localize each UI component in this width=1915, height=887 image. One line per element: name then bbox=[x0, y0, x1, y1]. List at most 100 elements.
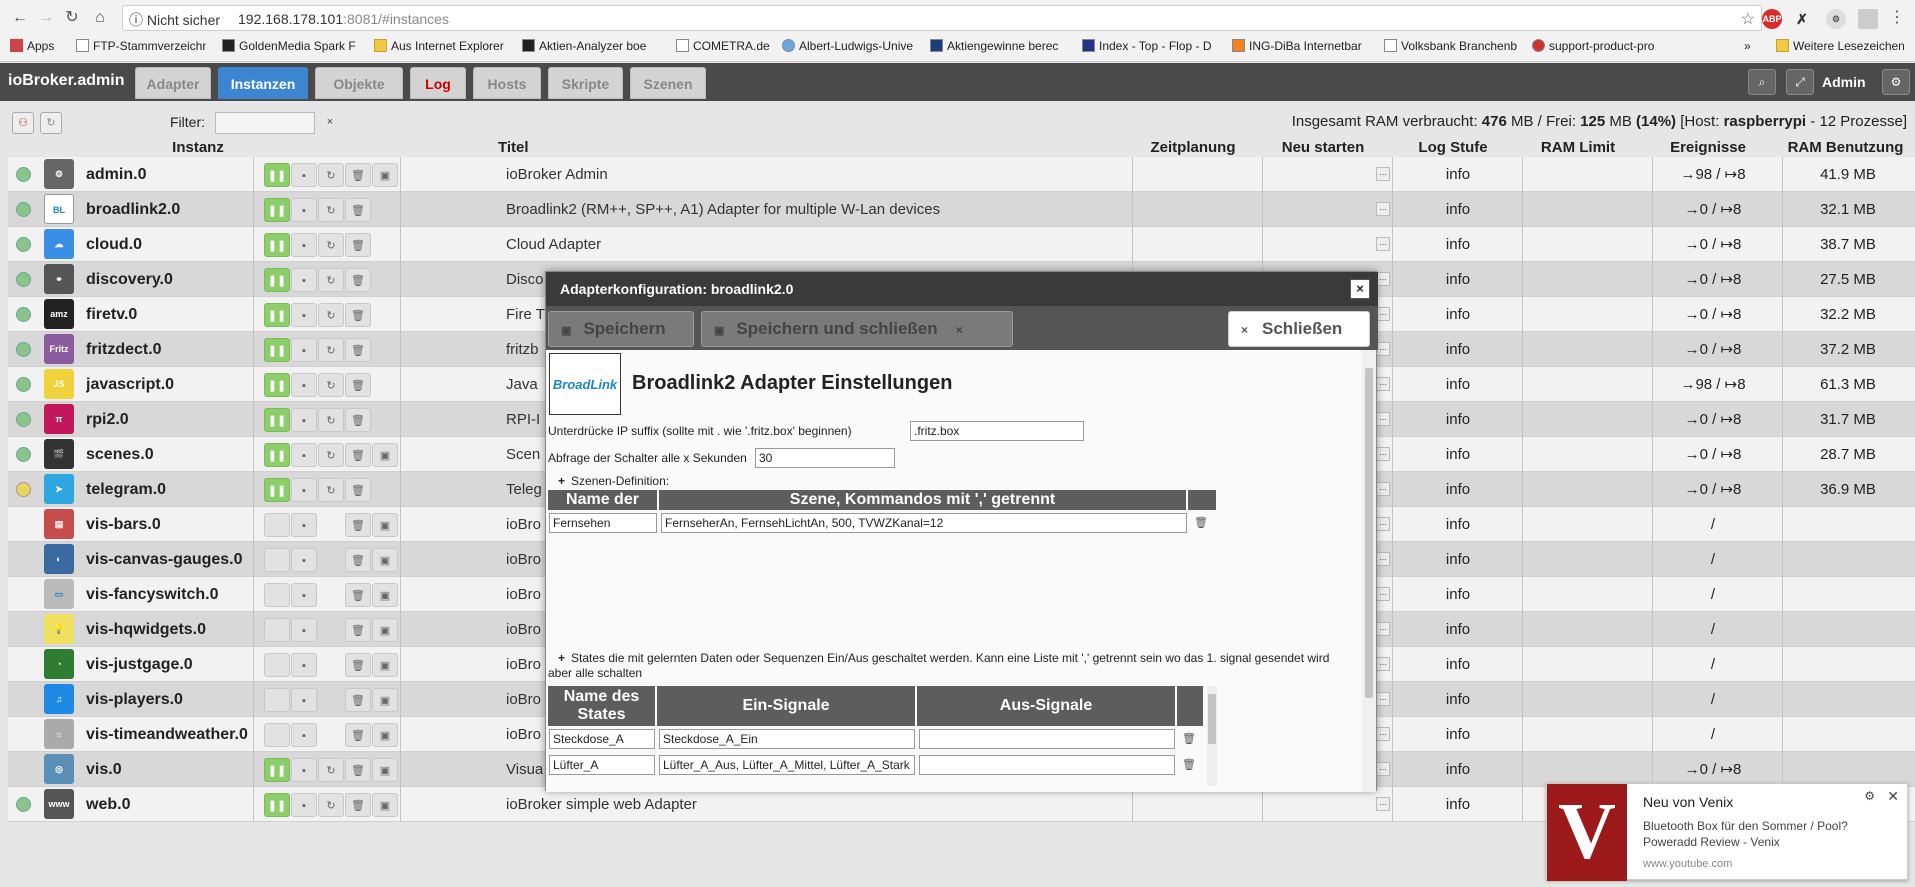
restart-icon[interactable]: ↻ bbox=[318, 268, 344, 292]
state-on-input[interactable]: Lüfter_A_Aus, Lüfter_A_Mittel, Lüfter_A_… bbox=[659, 755, 915, 775]
restart-schedule-button[interactable]: … bbox=[1376, 447, 1390, 461]
table-row[interactable]: ☁ cloud.0 ❚❚ ▪ ↻ 🗑 Cloud Adapter … info →0 / ↦8 38… bbox=[8, 227, 1915, 262]
bookmark-item[interactable]: Volksbank Branchenb bbox=[1384, 39, 1520, 53]
state-name-input[interactable]: Lüfter_A bbox=[549, 755, 655, 775]
instance-name[interactable]: firetv.0 bbox=[86, 297, 137, 332]
delete-scene-icon[interactable]: 🗑 bbox=[1193, 515, 1209, 531]
web-link-icon[interactable]: ▣ bbox=[372, 513, 398, 537]
restart-icon[interactable]: ↻ bbox=[318, 793, 344, 817]
instance-name[interactable]: vis-justgage.0 bbox=[86, 647, 193, 682]
restart-schedule-button[interactable]: … bbox=[1376, 657, 1390, 671]
pause-icon[interactable]: ❚❚ bbox=[264, 758, 290, 782]
bookmark-item[interactable]: GoldenMedia Spark F bbox=[222, 39, 360, 53]
bookmark-star-icon[interactable]: ☆ bbox=[1741, 9, 1755, 29]
states-section-toggle[interactable]: + States die mit gelernten Daten oder Seq… bbox=[548, 651, 1354, 681]
tab-szenen[interactable]: Szenen bbox=[630, 67, 706, 99]
poll-interval-input[interactable]: 30 bbox=[755, 448, 895, 468]
extension-square-icon[interactable] bbox=[1858, 9, 1878, 29]
bookmark-item[interactable]: COMETRA.de bbox=[676, 39, 782, 53]
log-level[interactable]: info bbox=[1408, 367, 1508, 402]
settings-square-icon[interactable]: ▪ bbox=[291, 688, 317, 712]
pause-icon[interactable]: ❚❚ bbox=[264, 163, 290, 187]
log-level[interactable]: info bbox=[1408, 227, 1508, 262]
states-scroll-thumb[interactable] bbox=[1208, 694, 1216, 744]
play-icon[interactable] bbox=[264, 653, 290, 677]
web-link-icon[interactable]: ▣ bbox=[372, 653, 398, 677]
delete-state-icon[interactable]: 🗑 bbox=[1181, 757, 1197, 773]
bookmark-item[interactable]: Aus Internet Explorer bbox=[374, 39, 510, 53]
restart-schedule-button[interactable]: … bbox=[1376, 237, 1390, 251]
instance-name[interactable]: javascript.0 bbox=[86, 367, 174, 402]
more-bookmarks[interactable]: » bbox=[1744, 39, 1751, 53]
tab-adapter[interactable]: Adapter bbox=[135, 67, 211, 99]
delete-icon[interactable]: 🗑 bbox=[345, 688, 371, 712]
log-level[interactable]: info bbox=[1408, 542, 1508, 577]
log-level[interactable]: info bbox=[1408, 507, 1508, 542]
instance-name[interactable]: discovery.0 bbox=[86, 262, 173, 297]
restart-schedule-button[interactable]: … bbox=[1376, 692, 1390, 706]
delete-icon[interactable]: 🗑 bbox=[345, 373, 371, 397]
settings-square-icon[interactable]: ▪ bbox=[291, 548, 317, 572]
restart-schedule-button[interactable]: … bbox=[1376, 482, 1390, 496]
pause-icon[interactable]: ❚❚ bbox=[264, 198, 290, 222]
restart-icon[interactable]: ↻ bbox=[318, 338, 344, 362]
state-on-input[interactable]: Steckdose_A_Ein bbox=[659, 729, 915, 749]
web-link-icon[interactable]: ▣ bbox=[372, 793, 398, 817]
log-level[interactable]: info bbox=[1408, 192, 1508, 227]
pause-icon[interactable]: ❚❚ bbox=[264, 793, 290, 817]
restart-icon[interactable]: ↻ bbox=[318, 443, 344, 467]
settings-square-icon[interactable]: ▪ bbox=[291, 233, 317, 257]
settings-square-icon[interactable]: ▪ bbox=[291, 443, 317, 467]
instance-name[interactable]: rpi2.0 bbox=[86, 402, 129, 437]
forward-icon[interactable]: → bbox=[34, 6, 58, 30]
scene-name-input[interactable]: Fernsehen bbox=[549, 513, 657, 533]
dialog-scrollbar[interactable] bbox=[1362, 350, 1376, 792]
delete-icon[interactable]: 🗑 bbox=[345, 233, 371, 257]
address-bar[interactable]: ⓘ Nicht sicher 192.168.178.101:8081/#ins… bbox=[122, 5, 1762, 31]
instance-name[interactable]: fritzdect.0 bbox=[86, 332, 162, 367]
user-name[interactable]: Admin bbox=[1822, 74, 1866, 90]
instance-name[interactable]: telegram.0 bbox=[86, 472, 166, 507]
restart-icon[interactable]: ↻ bbox=[318, 478, 344, 502]
reload-icon[interactable]: ↻ bbox=[60, 6, 84, 30]
play-icon[interactable] bbox=[264, 513, 290, 537]
web-link-icon[interactable]: ▣ bbox=[372, 723, 398, 747]
clear-filter-icon[interactable]: × bbox=[322, 115, 338, 131]
settings-square-icon[interactable]: ▪ bbox=[291, 303, 317, 327]
restart-schedule-button[interactable]: … bbox=[1376, 412, 1390, 426]
bookmark-item[interactable]: Aktiengewinne berec bbox=[930, 39, 1066, 53]
web-link-icon[interactable]: ▣ bbox=[372, 443, 398, 467]
back-icon[interactable]: ← bbox=[8, 6, 32, 30]
restart-schedule-button[interactable]: … bbox=[1376, 797, 1390, 811]
delete-icon[interactable]: 🗑 bbox=[345, 618, 371, 642]
delete-icon[interactable]: 🗑 bbox=[345, 163, 371, 187]
delete-icon[interactable]: 🗑 bbox=[345, 548, 371, 572]
col-ereignisse[interactable]: Ereignisse bbox=[1648, 139, 1768, 156]
settings-square-icon[interactable]: ▪ bbox=[291, 198, 317, 222]
web-link-icon[interactable]: ▣ bbox=[372, 548, 398, 572]
restart-icon[interactable]: ↻ bbox=[318, 163, 344, 187]
delete-icon[interactable]: 🗑 bbox=[345, 443, 371, 467]
state-off-input[interactable] bbox=[919, 755, 1175, 775]
state-name-input[interactable]: Steckdose_A bbox=[549, 729, 655, 749]
delete-icon[interactable]: 🗑 bbox=[345, 198, 371, 222]
bookmark-apps[interactable]: Apps bbox=[10, 39, 54, 53]
log-level[interactable]: info bbox=[1408, 157, 1508, 192]
states-scrollbar[interactable] bbox=[1207, 686, 1217, 786]
menu-icon[interactable]: ⋮ bbox=[1885, 6, 1909, 30]
notification-settings-icon[interactable]: ⚙ bbox=[1864, 789, 1875, 803]
delete-icon[interactable]: 🗑 bbox=[345, 268, 371, 292]
delete-icon[interactable]: 🗑 bbox=[345, 478, 371, 502]
restart-icon[interactable]: ↻ bbox=[318, 198, 344, 222]
col-ram-benutzung[interactable]: RAM Benutzung bbox=[1778, 139, 1913, 156]
restart-schedule-button[interactable]: … bbox=[1376, 167, 1390, 181]
delete-state-icon[interactable]: 🗑 bbox=[1181, 731, 1197, 747]
bookmark-item[interactable]: Aktien-Analyzer boe bbox=[522, 39, 662, 53]
bookmark-item[interactable]: ING-DiBa Internetbar bbox=[1232, 39, 1374, 53]
instance-name[interactable]: broadlink2.0 bbox=[86, 192, 180, 227]
scene-section-toggle[interactable]: + Szenen-Definition: bbox=[558, 474, 669, 488]
restart-schedule-button[interactable]: … bbox=[1376, 622, 1390, 636]
restart-schedule-button[interactable]: … bbox=[1376, 727, 1390, 741]
delete-icon[interactable]: 🗑 bbox=[345, 303, 371, 327]
restart-schedule-button[interactable]: … bbox=[1376, 202, 1390, 216]
